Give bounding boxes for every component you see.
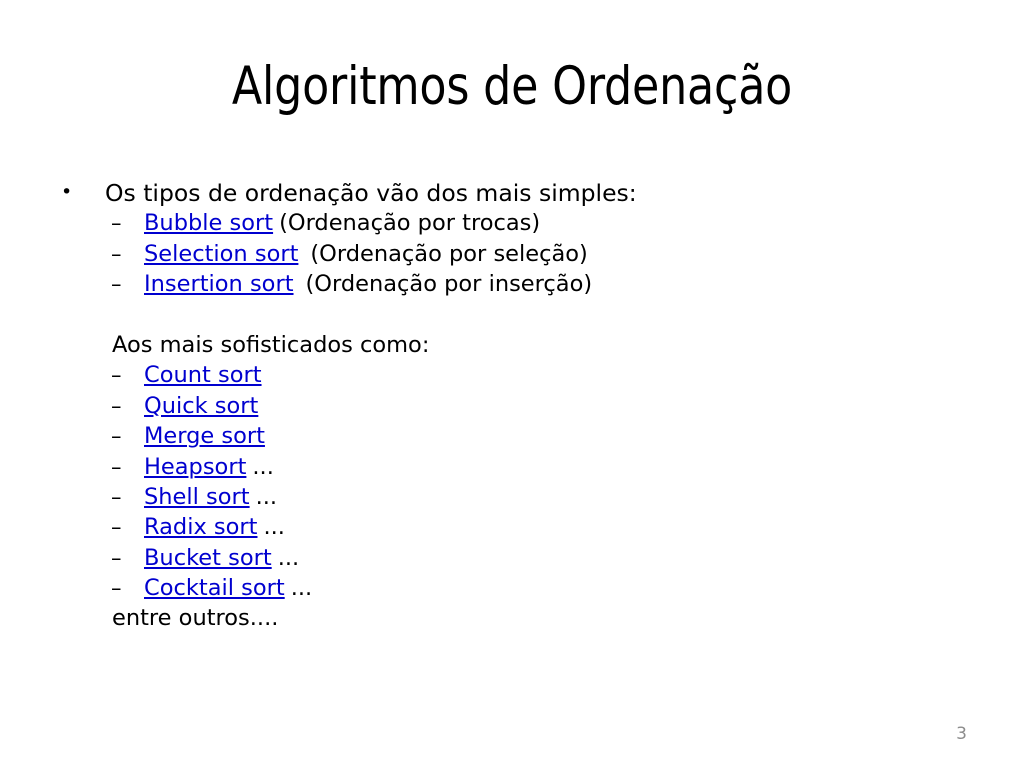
advanced-heading: Aos mais sofisticados como: (0, 330, 1024, 360)
link-heapsort[interactable]: Heapsort (144, 454, 246, 480)
list-item-selection-sort: – Selection sort (Ordenação por seleção) (0, 239, 1024, 269)
list-item-radix-sort: – Radix sort... (0, 512, 1024, 542)
dash-marker-icon: – (111, 424, 122, 449)
dash-marker-icon: – (111, 241, 122, 266)
list-item-bubble-sort: – Bubble sort (Ordenação por trocas) (0, 208, 1024, 238)
list-item-quick-sort: – Quick sort (0, 391, 1024, 421)
slide-body: • Os tipos de ordenação vão dos mais sim… (0, 178, 1024, 634)
list-item-cocktail-sort: – Cocktail sort... (0, 573, 1024, 603)
list-item-bucket-sort: – Bucket sort... (0, 543, 1024, 573)
dash-marker-icon: – (111, 272, 122, 297)
closing-text: entre outros.... (0, 603, 1024, 633)
list-item-count-sort: – Count sort (0, 360, 1024, 390)
list-item-shell-sort: – Shell sort... (0, 482, 1024, 512)
note-heapsort: ... (252, 453, 274, 480)
list-item-insertion-sort: – Insertion sort (Ordenação por inserção) (0, 269, 1024, 299)
list-item-heapsort: – Heapsort... (0, 452, 1024, 482)
note-insertion-sort: (Ordenação por inserção) (305, 271, 593, 298)
closing-text-label: entre outros.... (112, 605, 279, 632)
bullet-marker-icon: • (61, 181, 73, 203)
intro-bullet-text: Os tipos de ordenação vão dos mais simpl… (105, 179, 637, 207)
page-number: 3 (956, 724, 967, 744)
advanced-heading-text: Aos mais sofisticados como: (112, 331, 430, 358)
note-bucket-sort: ... (277, 544, 300, 571)
link-bucket-sort[interactable]: Bucket sort (144, 545, 272, 571)
link-bubble-sort[interactable]: Bubble sort (144, 210, 273, 236)
link-merge-sort[interactable]: Merge sort (144, 423, 265, 449)
dash-marker-icon: – (111, 393, 122, 418)
dash-marker-icon: – (111, 576, 122, 601)
dash-marker-icon: – (111, 363, 122, 388)
link-selection-sort[interactable]: Selection sort (144, 241, 298, 267)
link-count-sort[interactable]: Count sort (144, 362, 262, 388)
note-radix-sort: ... (263, 514, 285, 541)
page-title: Algoritmos de Ordenação (231, 56, 793, 117)
list-item-merge-sort: – Merge sort (0, 421, 1024, 451)
link-cocktail-sort[interactable]: Cocktail sort (144, 575, 285, 601)
dash-marker-icon: – (111, 454, 122, 479)
note-cocktail-sort: ... (290, 575, 313, 602)
link-insertion-sort[interactable]: Insertion sort (144, 271, 294, 297)
dash-marker-icon: – (111, 211, 122, 236)
dash-marker-icon: – (111, 515, 122, 540)
list-item-intro: • Os tipos de ordenação vão dos mais sim… (0, 178, 1024, 208)
note-shell-sort: ... (255, 483, 278, 510)
link-radix-sort[interactable]: Radix sort (144, 514, 258, 540)
slide-canvas: Algoritmos de Ordenação • Os tipos de or… (0, 0, 1024, 768)
link-shell-sort[interactable]: Shell sort (144, 484, 250, 510)
dash-marker-icon: – (111, 545, 122, 570)
note-selection-sort: (Ordenação por seleção) (310, 240, 588, 267)
link-quick-sort[interactable]: Quick sort (144, 393, 258, 419)
note-bubble-sort: (Ordenação por trocas) (279, 210, 541, 237)
dash-marker-icon: – (111, 484, 122, 509)
